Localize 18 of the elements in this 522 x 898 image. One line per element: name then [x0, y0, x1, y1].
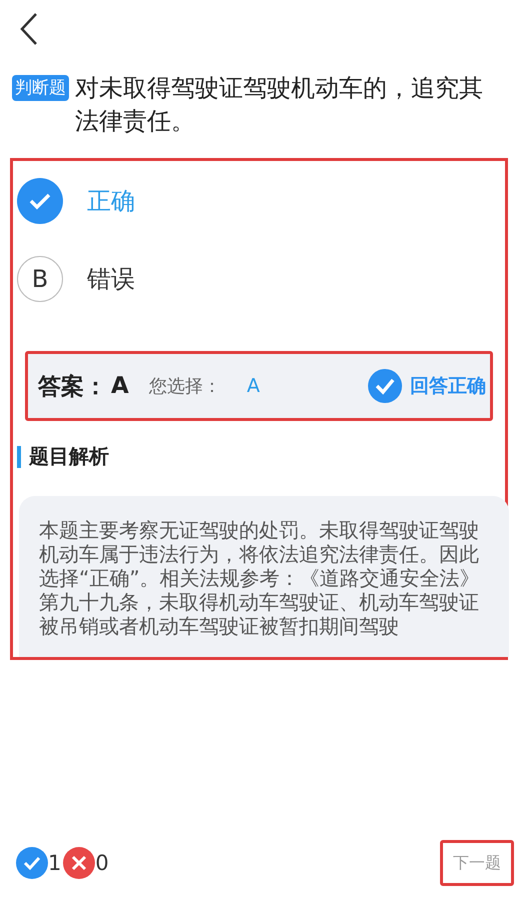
option-label[interactable]: 错误 [87, 263, 135, 295]
question-text: 对未取得驾驶证驾驶机动车的，追究其法律责任。 [75, 73, 484, 137]
option-letter[interactable]: B [17, 256, 63, 302]
explanation-text: 本题主要考察无证驾驶的处罚。未取得驾驶证驾驶机动车属于违法行为，将依法追究法律责任。因此选择“正确”。相关法规参考：《道路交通安全法》第九十九条，未取得机动车驾驶证、机动车驾驶证被吊销或者机动车驾驶证被暂扣期间驾驶 [39, 518, 481, 638]
wrong-count: 0 [95, 851, 109, 875]
choice-value: A [246, 375, 260, 397]
question-type-tag: 判断题 [12, 75, 69, 101]
section-heading: 题目解析 [29, 443, 109, 470]
accent-bar [17, 446, 21, 468]
check-icon [16, 847, 48, 879]
result-text: 回答正确 [410, 374, 486, 399]
cross-icon [63, 847, 96, 879]
choice-label: 您选择： [148, 375, 221, 398]
answer-label: 答案： [38, 372, 107, 402]
back-icon[interactable] [18, 12, 40, 46]
answer-value: A [111, 373, 129, 399]
right-count: 1 [48, 851, 62, 875]
check-icon[interactable] [17, 178, 63, 224]
